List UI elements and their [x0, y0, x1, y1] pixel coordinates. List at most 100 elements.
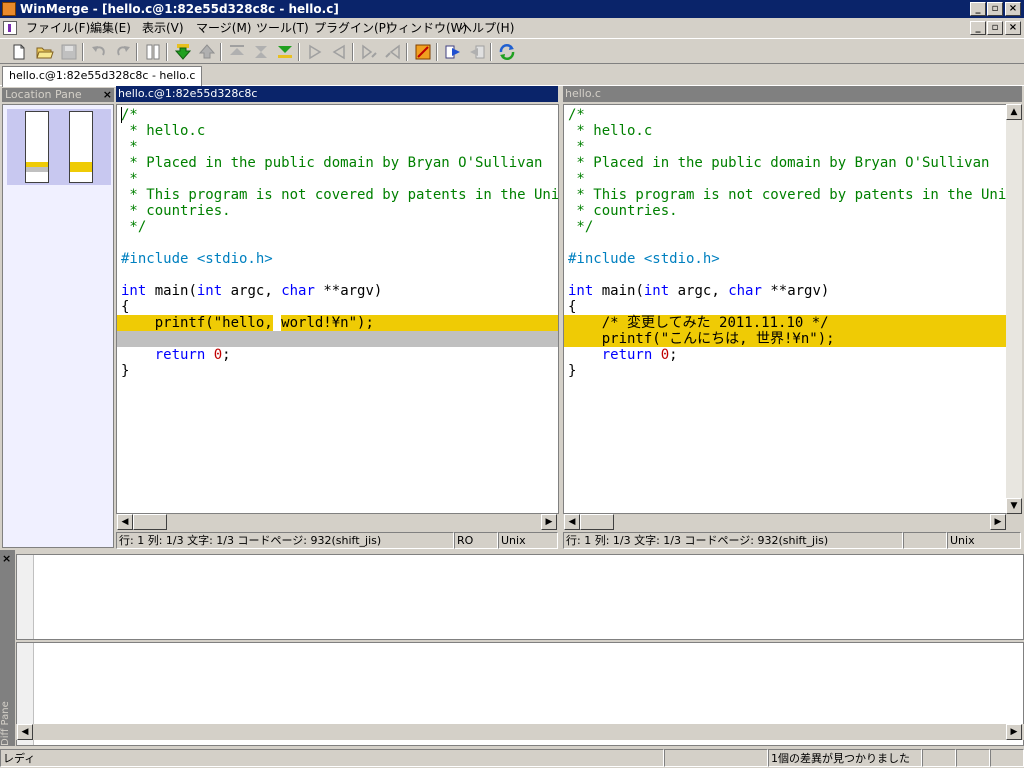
- diff-line-added: /* 変更してみた 2011.11.10 */: [564, 315, 1006, 331]
- code-text: main(: [593, 283, 644, 299]
- last-diff-icon[interactable]: [276, 43, 294, 61]
- location-pane-body[interactable]: [2, 104, 114, 548]
- code-text: }: [568, 363, 577, 379]
- left-horizontal-scrollbar[interactable]: ◀ ▶: [116, 514, 559, 530]
- code-line: * hello.c: [117, 123, 558, 139]
- document-tab-bar: hello.c@1:82e55d328c8c - hello.c: [0, 64, 1024, 87]
- code-text: printf("こんにちは, 世界!¥n");: [568, 331, 835, 347]
- code-line: *: [117, 139, 558, 155]
- menu-file[interactable]: ファイル(F): [26, 20, 90, 36]
- first-diff-icon[interactable]: [228, 43, 246, 61]
- menu-merge[interactable]: マージ(M): [196, 20, 251, 36]
- prev-diff-icon[interactable]: [198, 43, 216, 61]
- code-keyword: char: [281, 283, 315, 299]
- document-icon[interactable]: [3, 21, 17, 35]
- diff-pane-horizontal-scrollbar[interactable]: ◀ ▶: [16, 724, 1024, 740]
- status-field: [664, 749, 768, 767]
- location-right-column[interactable]: [69, 111, 93, 183]
- next-diff-icon[interactable]: [174, 43, 192, 61]
- menu-help[interactable]: ヘルプ(H): [460, 20, 514, 36]
- menu-tools[interactable]: ツール(T): [256, 20, 309, 36]
- code-text: {: [121, 299, 130, 315]
- right-editor[interactable]: /* * hello.c * * Placed in the public do…: [563, 104, 1007, 514]
- menu-view[interactable]: 表示(V): [142, 20, 184, 36]
- menu-edit[interactable]: 編集(E): [90, 20, 131, 36]
- scroll-thumb[interactable]: [580, 514, 614, 530]
- location-left-column[interactable]: [25, 111, 49, 183]
- right-horizontal-scrollbar[interactable]: ◀ ▶: [563, 514, 1022, 530]
- code-comment: * Placed in the public domain by Bryan O…: [568, 155, 990, 171]
- location-pane-close-icon[interactable]: ×: [100, 88, 112, 102]
- save-icon[interactable]: [60, 43, 78, 61]
- copy-right-advance-icon[interactable]: [360, 43, 378, 61]
- code-keyword: return: [154, 347, 206, 363]
- scroll-right-button[interactable]: ▶: [1006, 724, 1022, 740]
- title-bar: WinMerge - [hello.c@1:82e55d328c8c - hel…: [0, 0, 1024, 18]
- menu-window[interactable]: ウィンドウ(W): [386, 20, 467, 36]
- close-button[interactable]: ×: [1005, 2, 1021, 16]
- minimize-button[interactable]: _: [970, 2, 986, 16]
- app-icon: [2, 2, 16, 16]
- diff-line-missing: [117, 331, 558, 347]
- mdi-minimize-button[interactable]: _: [970, 21, 986, 35]
- menu-plugins[interactable]: プラグイン(P): [314, 20, 391, 36]
- scroll-right-button[interactable]: ▶: [990, 514, 1006, 530]
- undo-icon[interactable]: [90, 43, 108, 61]
- copy-left-icon[interactable]: [330, 43, 348, 61]
- code-line: * Placed in the public domain by Bryan O…: [117, 155, 558, 171]
- scroll-thumb[interactable]: [133, 514, 167, 530]
- left-editor[interactable]: /* * hello.c * * Placed in the public do…: [116, 104, 559, 514]
- location-map[interactable]: [7, 109, 111, 185]
- diff-pane-close-icon[interactable]: ×: [2, 552, 11, 565]
- code-line: return 0;: [117, 347, 558, 363]
- right-vertical-scrollbar[interactable]: ▲ ▼: [1006, 104, 1022, 514]
- scroll-down-button[interactable]: ▼: [1006, 498, 1022, 514]
- right-position-status: 行: 1 列: 1/3 文字: 1/3 コードページ: 932(shift_ji…: [563, 532, 903, 549]
- code-line: #include <stdio.h>: [117, 251, 558, 267]
- document-tab[interactable]: hello.c@1:82e55d328c8c - hello.c: [2, 66, 203, 87]
- code-comment: /*: [121, 107, 138, 123]
- code-preprocessor: #include <stdio.h>: [121, 251, 273, 267]
- toolbar-separator: [490, 43, 492, 61]
- resize-grip[interactable]: [990, 749, 1024, 767]
- diff-line-changed: printf("こんにちは, 世界!¥n");: [564, 331, 1006, 347]
- code-number: 0: [213, 347, 223, 363]
- options-icon[interactable]: [414, 43, 432, 61]
- status-bar: レディ 1個の差異が見つかりました: [0, 748, 1024, 768]
- scroll-left-button[interactable]: ◀: [564, 514, 580, 530]
- code-line: return 0;: [564, 347, 1006, 363]
- scroll-left-button[interactable]: ◀: [17, 724, 33, 740]
- code-text: ;: [222, 347, 231, 363]
- mdi-restore-button[interactable]: ▫: [987, 21, 1003, 35]
- compare-icon[interactable]: [144, 43, 162, 61]
- rescan-icon[interactable]: [498, 43, 516, 61]
- copy-right-icon[interactable]: [306, 43, 324, 61]
- scroll-right-button[interactable]: ▶: [541, 514, 557, 530]
- left-pane-title: hello.c@1:82e55d328c8c: [116, 86, 558, 102]
- mdi-close-button[interactable]: ×: [1005, 21, 1021, 35]
- open-icon[interactable]: [36, 43, 54, 61]
- code-comment: * hello.c: [121, 123, 206, 139]
- code-comment: * countries.: [121, 203, 231, 219]
- code-line: * countries.: [564, 203, 1006, 219]
- code-comment-added: /* 変更してみた 2011.11.10 */: [568, 315, 829, 331]
- toolbar-separator: [82, 43, 84, 61]
- refresh-icon[interactable]: [468, 43, 486, 61]
- code-comment: * This program is not covered by patents…: [576, 187, 1007, 203]
- current-diff-icon[interactable]: [252, 43, 270, 61]
- code-comment: /*: [568, 107, 585, 123]
- open-conflict-icon[interactable]: [444, 43, 462, 61]
- diff-pane-gutter: [17, 555, 34, 639]
- code-text: [272, 315, 282, 331]
- redo-icon[interactable]: [114, 43, 132, 61]
- code-comment: *: [568, 139, 585, 155]
- scroll-left-button[interactable]: ◀: [117, 514, 133, 530]
- diff-pane-top-view[interactable]: [16, 554, 1024, 640]
- code-text: **argv): [314, 283, 383, 299]
- copy-left-advance-icon[interactable]: [384, 43, 402, 61]
- code-line: *: [564, 171, 1006, 187]
- toolbar-separator: [220, 43, 222, 61]
- restore-button[interactable]: ▫: [987, 2, 1003, 16]
- new-icon[interactable]: [10, 43, 28, 61]
- scroll-up-button[interactable]: ▲: [1006, 104, 1022, 120]
